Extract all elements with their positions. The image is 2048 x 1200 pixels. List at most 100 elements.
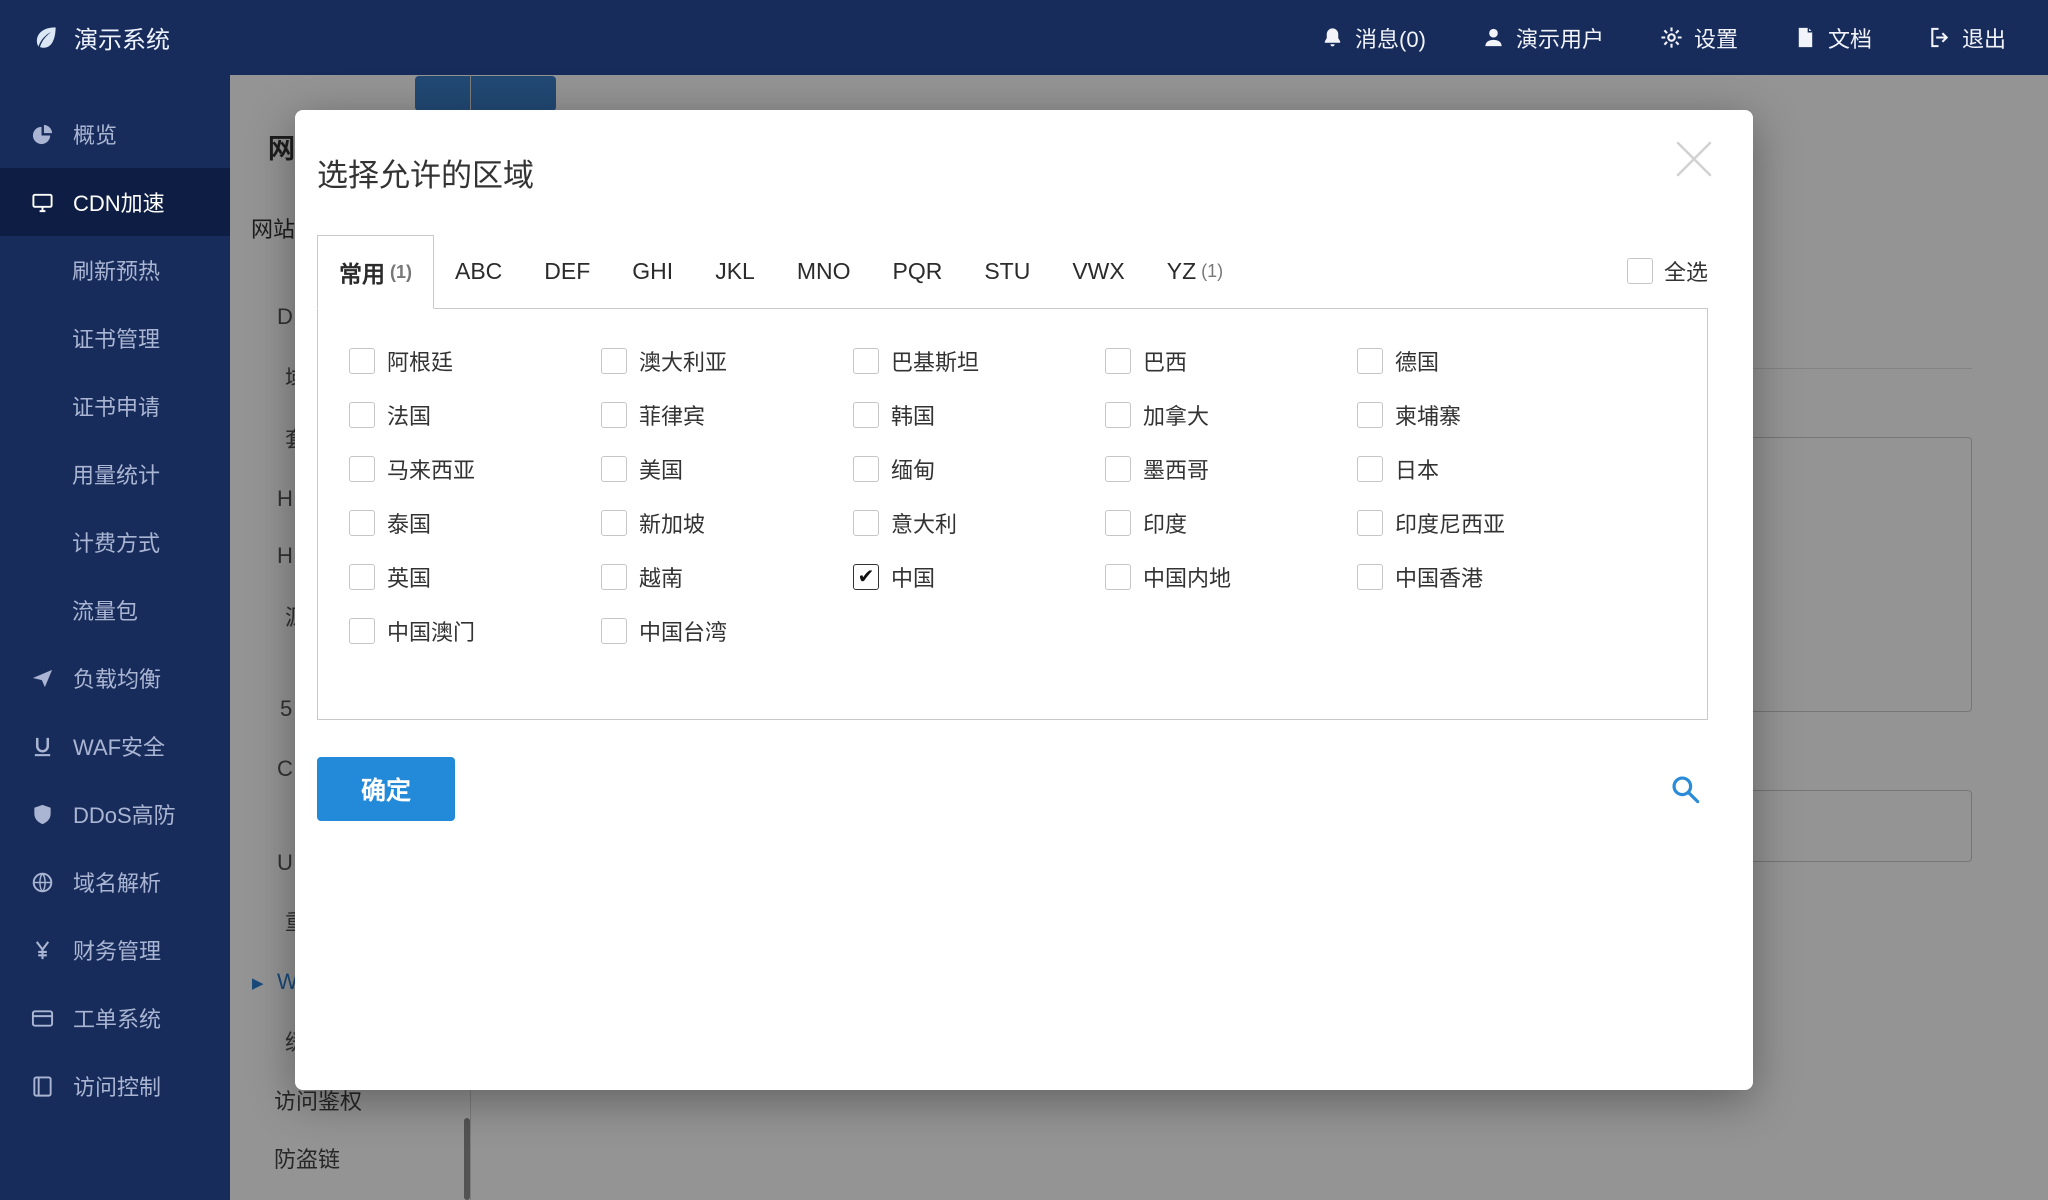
tab-JKL[interactable]: JKL (694, 235, 776, 308)
region-checkbox[interactable] (853, 348, 879, 374)
select-all[interactable]: 全选 (1626, 255, 1708, 287)
region-checkbox[interactable] (601, 510, 627, 536)
sidebar-item-overview[interactable]: 概览 (0, 100, 230, 168)
region-checkbox[interactable] (853, 402, 879, 428)
region-option-加拿大[interactable]: 加拿大 (1105, 388, 1357, 442)
region-checkbox[interactable] (1105, 564, 1131, 590)
region-option-澳大利亚[interactable]: 澳大利亚 (601, 334, 853, 388)
navbar-item-settings[interactable]: 设置 (1660, 22, 1738, 54)
region-option-柬埔寨[interactable]: 柬埔寨 (1357, 388, 1707, 442)
sidebar-item-load-balance[interactable]: 负载均衡 (0, 644, 230, 712)
region-checkbox[interactable] (601, 564, 627, 590)
card-icon (31, 1007, 57, 1030)
close-icon[interactable] (1671, 136, 1717, 182)
region-checkbox[interactable] (349, 402, 375, 428)
region-option-韩国[interactable]: 韩国 (853, 388, 1105, 442)
tab-GHI[interactable]: GHI (611, 235, 694, 308)
sidebar-item-ddos[interactable]: DDoS高防 (0, 780, 230, 848)
app-title: 演示系统 (74, 27, 170, 54)
region-option-阿根廷[interactable]: 阿根廷 (349, 334, 601, 388)
region-checkbox[interactable] (853, 510, 879, 536)
region-option-泰国[interactable]: 泰国 (349, 496, 601, 550)
sidebar-item-cert-apply[interactable]: 证书申请 (0, 372, 230, 440)
region-option-意大利[interactable]: 意大利 (853, 496, 1105, 550)
region-checkbox[interactable] (1105, 456, 1131, 482)
navbar-item-docs[interactable]: 文档 (1794, 22, 1872, 54)
confirm-button[interactable]: 确定 (317, 757, 455, 821)
region-option-缅甸[interactable]: 缅甸 (853, 442, 1105, 496)
region-checkbox[interactable] (349, 618, 375, 644)
region-checkbox[interactable] (1357, 402, 1383, 428)
region-option-英国[interactable]: 英国 (349, 550, 601, 604)
shield-icon (31, 803, 57, 826)
region-checkbox-grid: 阿根廷 澳大利亚 巴基斯坦 巴西 德国 法国 菲律宾 韩国 加拿大 柬埔寨 马来… (317, 308, 1708, 720)
navbar-item-user[interactable]: 演示用户 (1482, 22, 1604, 54)
tab-STU[interactable]: STU (963, 235, 1051, 308)
region-option-新加坡[interactable]: 新加坡 (601, 496, 853, 550)
sidebar-item-dns[interactable]: 域名解析 (0, 848, 230, 916)
sidebar-item-tickets[interactable]: 工单系统 (0, 984, 230, 1052)
region-option-印度尼西亚[interactable]: 印度尼西亚 (1357, 496, 1707, 550)
logout-icon (1928, 26, 1951, 49)
region-checkbox[interactable] (601, 348, 627, 374)
sidebar-item-billing[interactable]: 计费方式 (0, 508, 230, 576)
region-option-中国[interactable]: ✔ 中国 (853, 550, 1105, 604)
tab-ABC[interactable]: ABC (434, 235, 523, 308)
region-option-印度[interactable]: 印度 (1105, 496, 1357, 550)
region-checkbox[interactable] (1357, 456, 1383, 482)
sidebar-item-refresh-preheat[interactable]: 刷新预热 (0, 236, 230, 304)
tab-VWX[interactable]: VWX (1051, 235, 1145, 308)
region-checkbox[interactable] (1105, 348, 1131, 374)
region-option-中国香港[interactable]: 中国香港 (1357, 550, 1707, 604)
region-option-巴基斯坦[interactable]: 巴基斯坦 (853, 334, 1105, 388)
region-checkbox[interactable] (601, 618, 627, 644)
sidebar-item-usage-stats[interactable]: 用量统计 (0, 440, 230, 508)
navbar-actions: 消息(0) 演示用户 设置 文档 退出 (1321, 22, 2006, 54)
region-option-马来西亚[interactable]: 马来西亚 (349, 442, 601, 496)
sidebar-item-waf[interactable]: WAF安全 (0, 712, 230, 780)
region-checkbox[interactable] (853, 456, 879, 482)
region-option-日本[interactable]: 日本 (1357, 442, 1707, 496)
tab-MNO[interactable]: MNO (776, 235, 872, 308)
region-option-中国内地[interactable]: 中国内地 (1105, 550, 1357, 604)
search-icon[interactable] (1669, 773, 1701, 805)
region-checkbox[interactable]: ✔ (853, 564, 879, 590)
region-option-法国[interactable]: 法国 (349, 388, 601, 442)
region-checkbox[interactable] (1357, 564, 1383, 590)
region-option-越南[interactable]: 越南 (601, 550, 853, 604)
region-checkbox[interactable] (1105, 402, 1131, 428)
region-option-德国[interactable]: 德国 (1357, 334, 1707, 388)
tab-DEF[interactable]: DEF (523, 235, 611, 308)
region-option-菲律宾[interactable]: 菲律宾 (601, 388, 853, 442)
sidebar-item-traffic-pack[interactable]: 流量包 (0, 576, 230, 644)
sidebar-item-cert-manage[interactable]: 证书管理 (0, 304, 230, 372)
region-option-美国[interactable]: 美国 (601, 442, 853, 496)
region-checkbox[interactable] (601, 402, 627, 428)
tab-YZ[interactable]: YZ (1) (1146, 235, 1244, 308)
tab-常用[interactable]: 常用 (1) (317, 235, 434, 309)
region-checkbox[interactable] (349, 564, 375, 590)
region-checkbox[interactable] (349, 348, 375, 374)
globe-icon (31, 871, 57, 894)
region-checkbox[interactable] (601, 456, 627, 482)
navbar-item-logout[interactable]: 退出 (1928, 22, 2006, 54)
select-all-checkbox[interactable] (1626, 258, 1653, 284)
region-option-中国澳门[interactable]: 中国澳门 (349, 604, 601, 658)
region-checkbox[interactable] (349, 456, 375, 482)
region-option-巴西[interactable]: 巴西 (1105, 334, 1357, 388)
region-checkbox[interactable] (1357, 348, 1383, 374)
sidebar-item-finance[interactable]: 财务管理 (0, 916, 230, 984)
region-checkbox[interactable] (1105, 510, 1131, 536)
region-option-中国台湾[interactable]: 中国台湾 (601, 604, 853, 658)
region-option-墨西哥[interactable]: 墨西哥 (1105, 442, 1357, 496)
region-checkbox[interactable] (1357, 510, 1383, 536)
gear-icon (1660, 26, 1683, 49)
modal-title: 选择允许的区域 (317, 158, 534, 193)
sidebar-item-cdn[interactable]: CDN加速 (0, 168, 230, 236)
navbar-item-messages[interactable]: 消息(0) (1321, 22, 1426, 54)
yen-icon (31, 939, 57, 962)
region-checkbox[interactable] (349, 510, 375, 536)
tab-PQR[interactable]: PQR (872, 235, 964, 308)
region-select-modal: 选择允许的区域 常用 (1) ABC DEF GHI JKL MNO PQR S… (295, 110, 1753, 1090)
sidebar-item-access-control[interactable]: 访问控制 (0, 1052, 230, 1120)
